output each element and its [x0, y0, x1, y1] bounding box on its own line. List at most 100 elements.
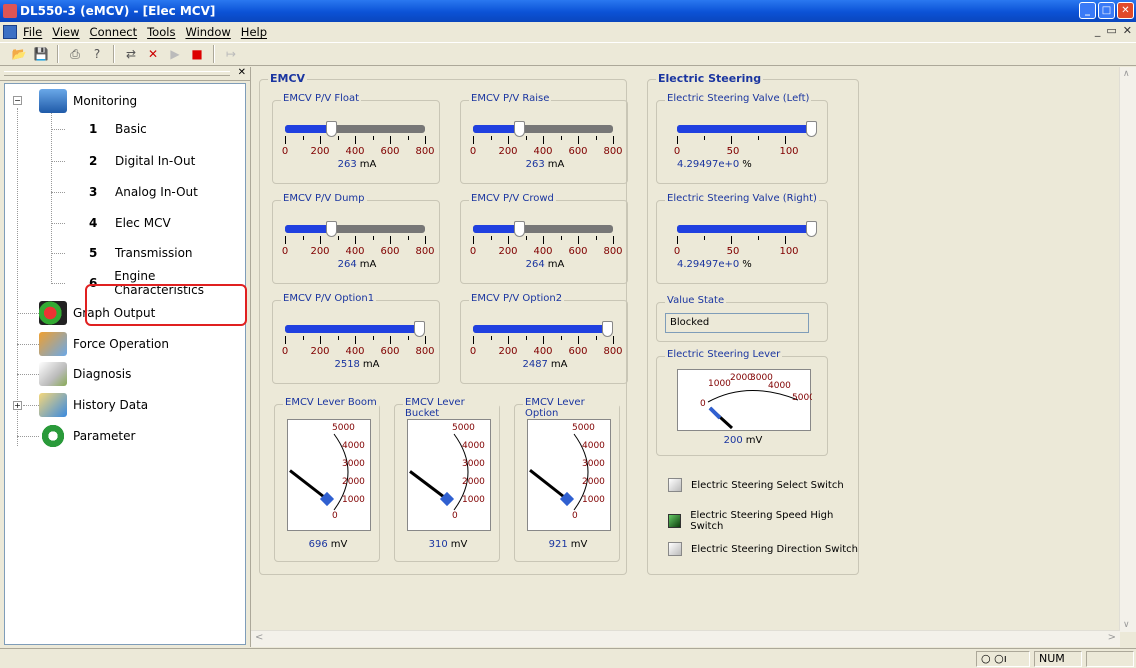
open-icon[interactable]: 📂 — [10, 45, 28, 63]
tree-item-elec-mcv[interactable]: 4 Elec MCV — [89, 212, 171, 234]
menu-connect[interactable]: Connect — [87, 25, 145, 39]
emcv-p-v-raise-readout: 263 mA — [525, 159, 565, 170]
minimize-button[interactable]: _ — [1079, 2, 1096, 19]
electric-steering-valve-left--label: Electric Steering Valve (Left) — [665, 93, 812, 104]
emcv-lever-boom-readout: 696 mV — [308, 539, 348, 550]
tree-monitoring[interactable]: Monitoring — [39, 89, 137, 113]
steering-lever-gauge: 010002000300040005000 — [677, 369, 815, 431]
emcv-p-v-float-ticks — [285, 136, 426, 144]
title-bar[interactable]: DL550-3 (eMCV) - [Elec MCV] _ □ ✕ — [0, 0, 1136, 22]
electric-steering-speed-high-switch: Electric Steering Speed High Switch — [668, 510, 858, 532]
tree-diagnosis[interactable]: Diagnosis — [39, 362, 131, 386]
emcv-p-v-raise-thumb[interactable] — [514, 121, 526, 137]
steering-lever-label: Electric Steering Lever — [665, 349, 783, 360]
collapse-monitoring-icon[interactable]: − — [13, 96, 22, 105]
disconnect-icon[interactable]: ✕ — [144, 45, 162, 63]
emcv-p-v-option2-readout: 2487 mA — [522, 359, 568, 370]
emcv-p-v-raise-tick-label: 400 — [533, 146, 553, 157]
tree-item-transmission[interactable]: 5 Transmission — [89, 242, 193, 264]
emcv-p-v-option1-readout: 2518 mA — [334, 359, 380, 370]
monitor-icon — [39, 89, 67, 113]
steering-lever-tick-label: 4000 — [768, 381, 791, 391]
emcv-p-v-option2-tick-label: 400 — [533, 346, 553, 357]
electric-steering-valve-right--slider[interactable] — [677, 221, 817, 237]
tree-history-data[interactable]: History Data — [39, 393, 148, 417]
menu-tools[interactable]: Tools — [144, 25, 182, 39]
emcv-p-v-float-tick-label: 200 — [310, 146, 330, 157]
tree-item-analog-in-out[interactable]: 3 Analog In-Out — [89, 181, 198, 203]
selection-highlight — [85, 284, 247, 326]
pane-close-icon[interactable]: ✕ — [238, 67, 246, 78]
menu-help[interactable]: Help — [238, 25, 274, 39]
emcv-p-v-dump-thumb[interactable] — [326, 221, 338, 237]
emcv-p-v-raise-label: EMCV P/V Raise — [469, 93, 552, 104]
emcv-p-v-raise-slider[interactable] — [473, 121, 613, 137]
close-button[interactable]: ✕ — [1117, 2, 1134, 19]
emcv-p-v-option2-thumb[interactable] — [602, 321, 613, 337]
tree-force-operation[interactable]: Force Operation — [39, 332, 169, 356]
emcv-lever-bucket-tick-label: 3000 — [462, 459, 485, 469]
print-icon[interactable]: ⎙ — [66, 45, 84, 63]
emcv-p-v-float-fill — [285, 125, 332, 133]
emcv-p-v-float-tick-label: 800 — [415, 146, 435, 157]
folder-icon — [39, 393, 67, 417]
help-icon[interactable]: ? — [88, 45, 106, 63]
electric-steering-valve-left--thumb[interactable] — [806, 121, 817, 137]
save-icon[interactable]: 💾 — [32, 45, 50, 63]
tree-parameter[interactable]: Parameter — [39, 424, 135, 448]
expand-history-icon[interactable]: + — [13, 401, 22, 410]
electric-steering-valve-right--tick-label: 50 — [726, 246, 740, 257]
gear-icon — [39, 424, 67, 448]
menu-window[interactable]: Window — [182, 25, 237, 39]
emcv-title: EMCV — [268, 72, 308, 85]
emcv-p-v-option2-slider[interactable] — [473, 321, 613, 337]
maximize-button[interactable]: □ — [1098, 2, 1115, 19]
vertical-scrollbar[interactable]: ∧ ∨ — [1119, 67, 1136, 632]
document-icon[interactable] — [3, 25, 17, 39]
emcv-p-v-float-slider[interactable] — [285, 121, 425, 137]
tree-item-digital-in-out[interactable]: 2 Digital In-Out — [89, 150, 195, 172]
electric-steering-valve-left--slider[interactable] — [677, 121, 817, 137]
tree-item-basic[interactable]: 1 Basic — [89, 118, 147, 140]
emcv-p-v-option1-group: EMCV P/V Option1 0 200 400 600 800 2518 mA — [272, 293, 440, 384]
emcv-p-v-float-label: EMCV P/V Float — [281, 93, 362, 104]
mdi-restore-button[interactable]: ▭ — [1106, 24, 1116, 37]
emcv-p-v-dump-label: EMCV P/V Dump — [281, 193, 367, 204]
mdi-minimize-button[interactable]: _ — [1095, 24, 1101, 37]
emcv-lever-boom-tick-label: 4000 — [342, 441, 365, 451]
emcv-p-v-option2-ticks — [473, 336, 614, 344]
emcv-lever-bucket-group: EMCV Lever Bucket 5000 4000 3000 2000 1000 0 31… — [394, 397, 500, 562]
emcv-lever-boom-tick-label: 3000 — [342, 459, 365, 469]
menu-view[interactable]: View — [49, 25, 86, 39]
emcv-p-v-dump-fill — [285, 225, 332, 233]
emcv-p-v-crowd-slider[interactable] — [473, 221, 613, 237]
emcv-p-v-raise-tick-label: 800 — [603, 146, 623, 157]
emcv-lever-option-tick-label: 3000 — [582, 459, 605, 469]
step-icon[interactable]: ↦ — [222, 45, 240, 63]
electric-steering-valve-left--tick-label: 50 — [726, 146, 740, 157]
emcv-p-v-option1-slider[interactable] — [285, 321, 425, 337]
horizontal-scrollbar[interactable]: < > — [251, 630, 1120, 647]
emcv-p-v-float-thumb[interactable] — [326, 121, 338, 137]
stop-icon[interactable]: ■ — [188, 45, 206, 63]
emcv-group: EMCV EMCV P/V Float 0 200 400 600 800 263 mA EMC… — [259, 72, 628, 575]
emcv-p-v-option1-thumb[interactable] — [414, 321, 425, 337]
electric-steering-valve-right--thumb[interactable] — [806, 221, 817, 237]
electric-steering-valve-right--group: Electric Steering Valve (Right) 0 50 100 4.2… — [656, 193, 828, 284]
mdi-close-button[interactable]: ✕ — [1123, 24, 1132, 37]
emcv-p-v-option1-label: EMCV P/V Option1 — [281, 293, 377, 304]
emcv-lever-option-dial: 5000 4000 3000 2000 1000 0 — [529, 423, 605, 521]
emcv-lever-option-tick-label: 5000 — [572, 423, 595, 433]
emcv-p-v-dump-slider[interactable] — [285, 221, 425, 237]
emcv-p-v-crowd-thumb[interactable] — [514, 221, 526, 237]
menu-file[interactable]: File — [20, 25, 49, 39]
connect-icon[interactable]: ⇄ — [122, 45, 140, 63]
emcv-lever-boom-label: EMCV Lever Boom — [283, 397, 379, 408]
emcv-p-v-option1-fill — [285, 325, 425, 333]
emcv-p-v-crowd-tick-label: 0 — [469, 246, 477, 257]
play-icon[interactable]: ▶ — [166, 45, 184, 63]
emcv-p-v-option2-tick-label: 200 — [498, 346, 518, 357]
steering-lever-tick-label: 1000 — [708, 379, 731, 389]
emcv-p-v-dump-tick-label: 600 — [380, 246, 400, 257]
emcv-p-v-raise-tick-label: 600 — [568, 146, 588, 157]
